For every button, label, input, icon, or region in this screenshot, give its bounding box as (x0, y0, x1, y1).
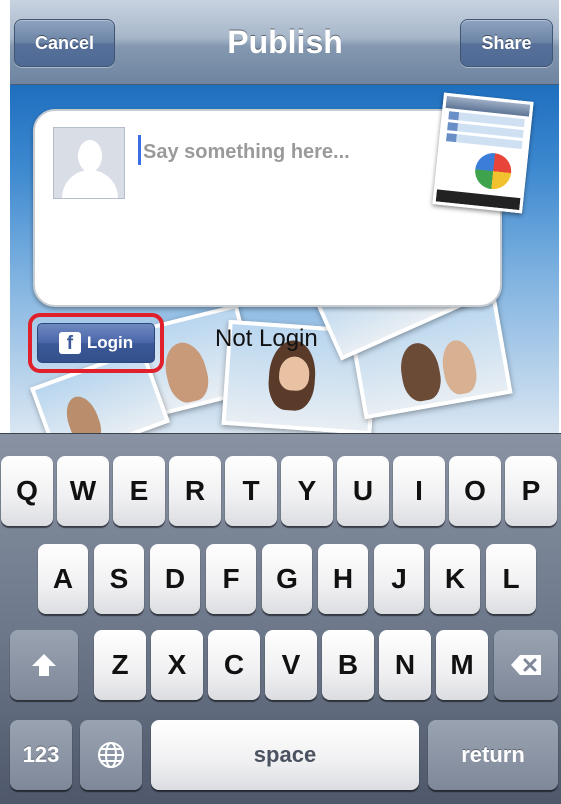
login-status-text: Not Login (215, 325, 318, 352)
facebook-login-label: Login (86, 333, 134, 352)
return-key[interactable]: return (428, 720, 558, 790)
key-s[interactable]: S (94, 544, 144, 614)
backspace-icon (511, 655, 541, 675)
compose-area: f Login Not Login (10, 85, 559, 433)
share-button[interactable]: Share (460, 19, 553, 67)
text-cursor (138, 135, 141, 165)
key-e[interactable]: E (113, 456, 165, 526)
shift-arrow-icon (32, 654, 56, 676)
shift-key[interactable] (10, 630, 78, 700)
keyboard: Q W E R T Y U I O P A S D F G H J K L Z … (0, 433, 561, 804)
key-b[interactable]: B (322, 630, 374, 700)
publish-screen: Cancel Publish Share Say something here.… (0, 0, 561, 804)
key-g[interactable]: G (262, 544, 312, 614)
numbers-key[interactable]: 123 (10, 720, 72, 790)
globe-key[interactable] (80, 720, 142, 790)
key-v[interactable]: V (265, 630, 317, 700)
key-n[interactable]: N (379, 630, 431, 700)
facebook-login-highlight: f Login (28, 313, 164, 373)
key-k[interactable]: K (430, 544, 480, 614)
key-d[interactable]: D (150, 544, 200, 614)
attachment-thumbnail[interactable] (432, 92, 534, 214)
key-a[interactable]: A (38, 544, 88, 614)
page-title: Publish (227, 24, 343, 60)
key-x[interactable]: X (151, 630, 203, 700)
compose-card (33, 109, 502, 307)
key-c[interactable]: C (208, 630, 260, 700)
space-key[interactable]: space (151, 720, 419, 790)
facebook-f-icon: f (58, 332, 81, 354)
key-j[interactable]: J (374, 544, 424, 614)
key-r[interactable]: R (169, 456, 221, 526)
key-h[interactable]: H (318, 544, 368, 614)
cancel-button[interactable]: Cancel (14, 19, 115, 67)
key-y[interactable]: Y (281, 456, 333, 526)
key-f[interactable]: F (206, 544, 256, 614)
key-i[interactable]: I (393, 456, 445, 526)
key-z[interactable]: Z (94, 630, 146, 700)
key-q[interactable]: Q (1, 456, 53, 526)
key-u[interactable]: U (337, 456, 389, 526)
delete-key[interactable] (494, 630, 558, 700)
key-p[interactable]: P (505, 456, 557, 526)
globe-icon (98, 742, 124, 768)
key-w[interactable]: W (57, 456, 109, 526)
key-o[interactable]: O (449, 456, 501, 526)
app-graphic-icon (473, 151, 513, 191)
profile-avatar-icon (53, 127, 125, 199)
key-t[interactable]: T (225, 456, 277, 526)
message-input[interactable] (143, 137, 443, 167)
key-l[interactable]: L (486, 544, 536, 614)
navigation-bar: Cancel Publish Share (10, 0, 559, 85)
key-m[interactable]: M (436, 630, 488, 700)
facebook-login-button[interactable]: f Login (37, 323, 155, 363)
